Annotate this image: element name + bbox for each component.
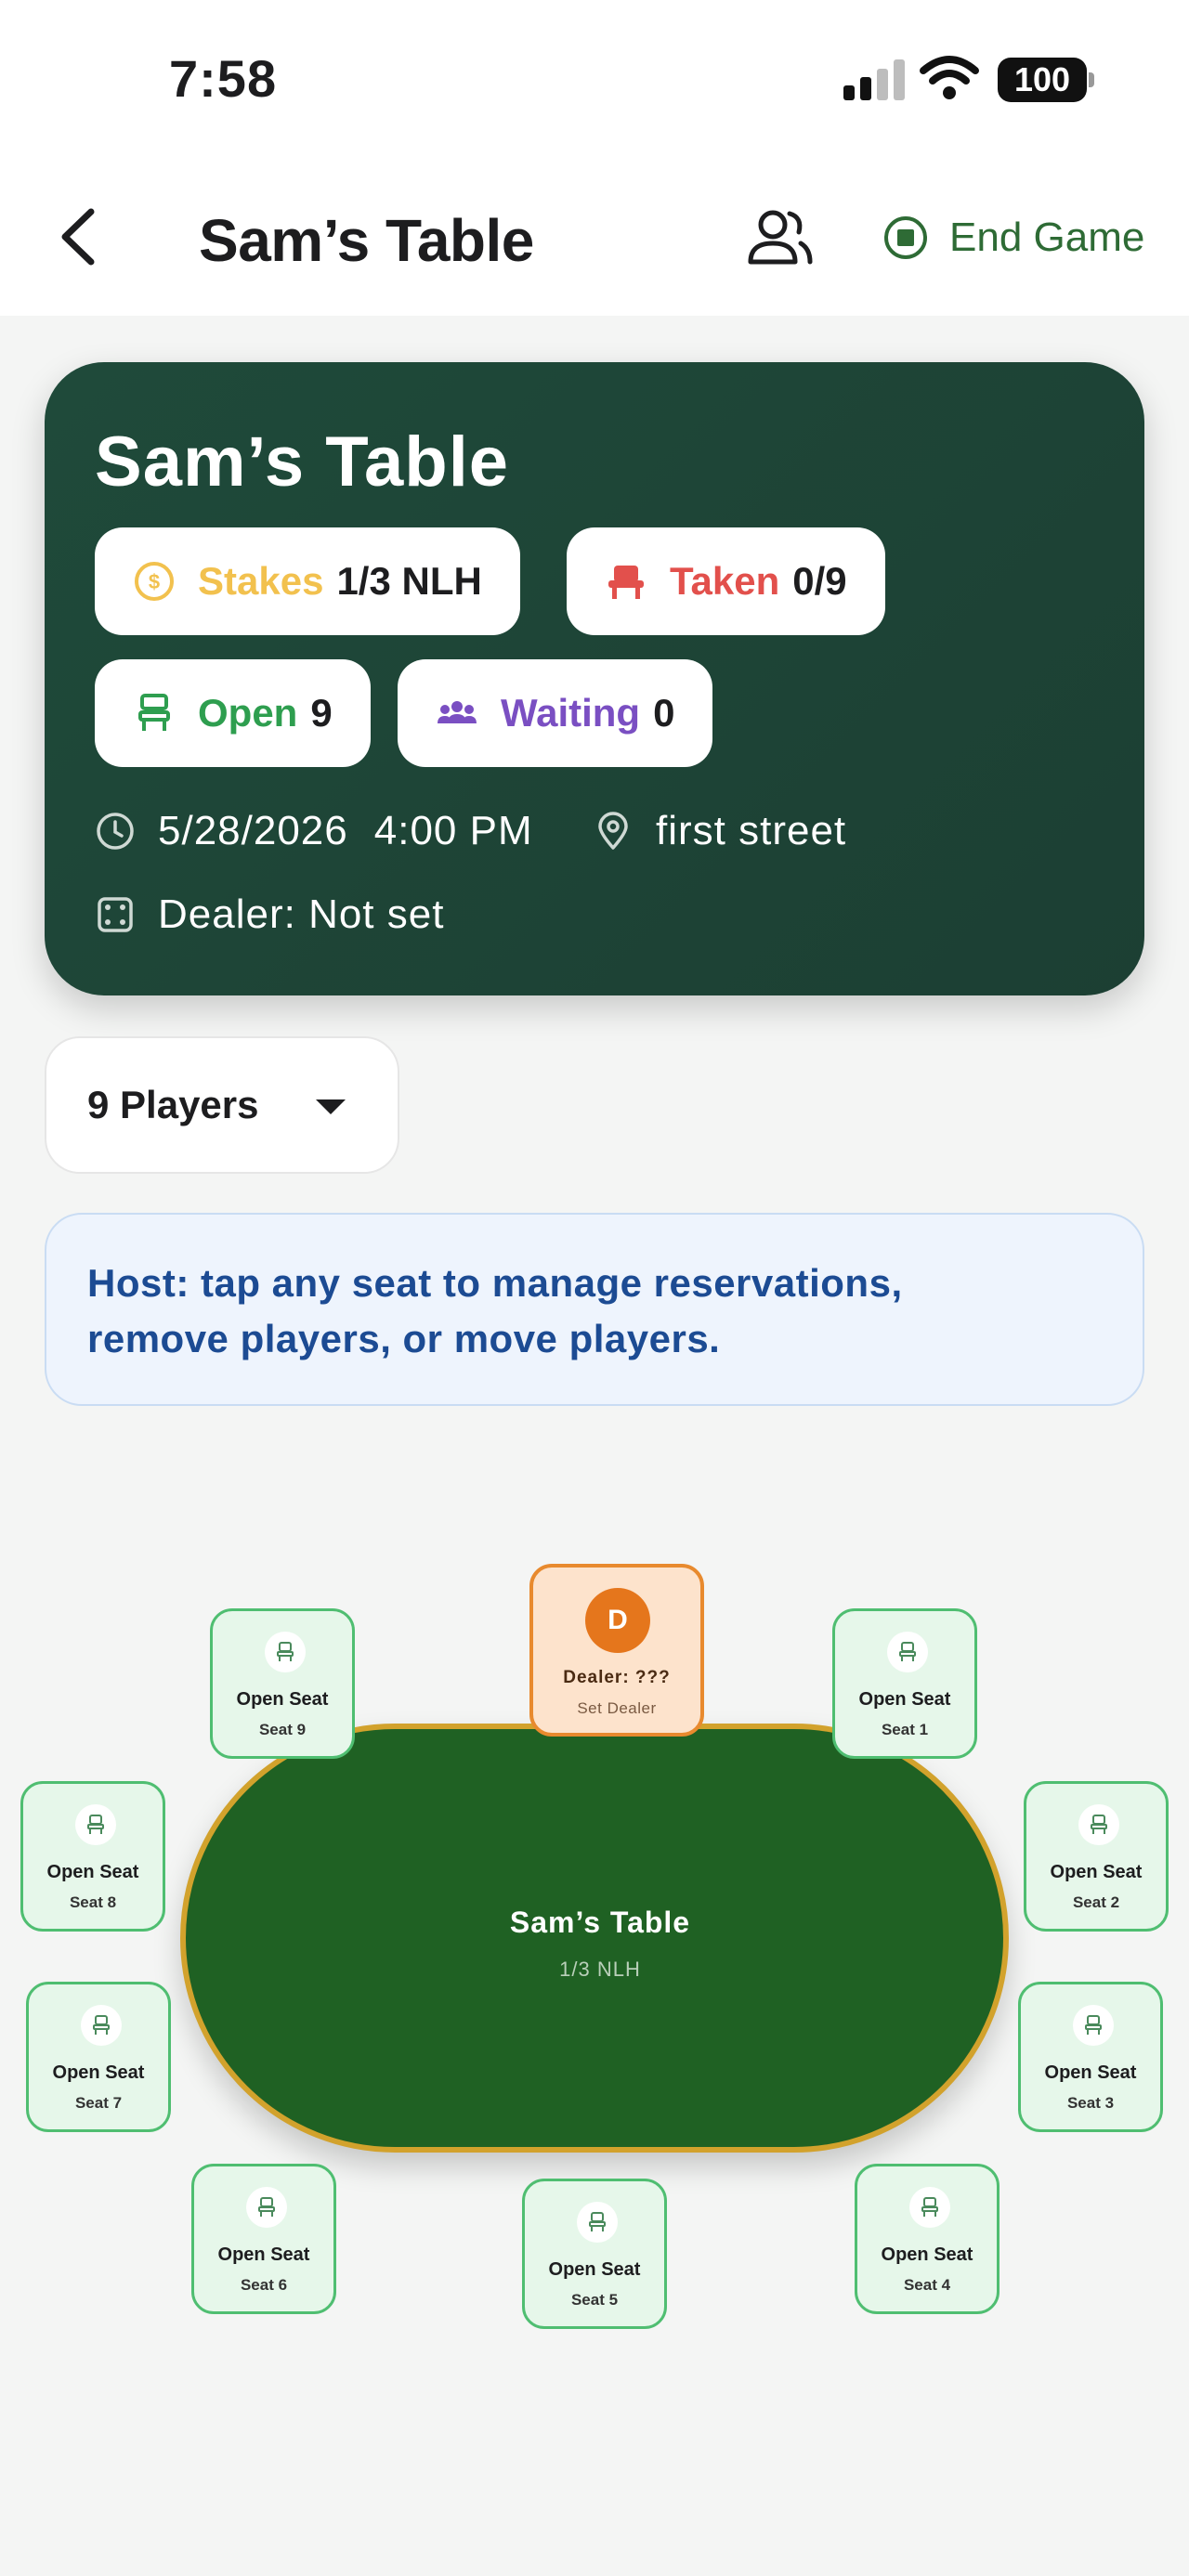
seat-number: Seat 2	[1072, 1893, 1120, 1911]
dealer-label: Dealer: ???	[563, 1668, 671, 1687]
dealer-badge: D	[585, 1588, 650, 1653]
seat-1[interactable]: Open Seat Seat 1	[832, 1608, 977, 1759]
seat-4[interactable]: Open Seat Seat 4	[855, 2164, 1000, 2314]
chair-icon	[577, 2202, 618, 2243]
seat-3[interactable]: Open Seat Seat 3	[1018, 1982, 1163, 2132]
player-count-value: 9 Players	[87, 1083, 259, 1126]
open-key: Open	[198, 691, 298, 735]
people-icon[interactable]	[747, 208, 814, 267]
seat-6[interactable]: Open Seat Seat 6	[191, 2164, 336, 2314]
stakes-value: 1/3 NLH	[336, 559, 482, 603]
battery-tip	[1089, 72, 1094, 87]
seat-2[interactable]: Open Seat Seat 2	[1024, 1781, 1169, 1932]
date-time-row: 5/28/2026 4:00 PM	[95, 808, 533, 854]
waiting-value: 0	[653, 691, 675, 735]
dealer-status: Dealer: Not set	[158, 891, 445, 937]
seat-status: Open Seat	[881, 2244, 973, 2265]
chair-icon	[1073, 2005, 1114, 2046]
open-chip: Open 9	[95, 659, 371, 767]
seat-number: Seat 8	[69, 1893, 117, 1911]
info-line-1: Host: tap any seat to manage reservation…	[87, 1261, 903, 1305]
stop-circle-icon	[884, 216, 927, 259]
end-game-label: End Game	[949, 215, 1145, 260]
chair-icon	[909, 2187, 950, 2228]
seat-number: Seat 9	[258, 1721, 307, 1738]
seat-7[interactable]: Open Seat Seat 7	[26, 1982, 171, 2132]
chevron-left-icon[interactable]	[52, 206, 108, 267]
dealer-slot[interactable]: D Dealer: ??? Set Dealer	[529, 1564, 704, 1737]
dealer-row: Dealer: Not set	[95, 891, 444, 938]
player-count-dropdown[interactable]: 9 Players	[45, 1036, 399, 1174]
cellular-signal-icon	[843, 59, 905, 100]
seat-number: Seat 1	[881, 1721, 929, 1738]
seat-number: Seat 7	[74, 2094, 123, 2112]
seat-status: Open Seat	[858, 1689, 951, 1710]
location-row: first street	[593, 808, 846, 854]
seat-number: Seat 4	[903, 2276, 951, 2294]
game-location: first street	[656, 808, 847, 853]
seat-status: Open Seat	[548, 2259, 641, 2280]
battery-indicator: 100	[998, 58, 1087, 102]
seat-status: Open Seat	[1044, 2062, 1137, 2083]
seat-status: Open Seat	[217, 2244, 310, 2265]
host-info-banner: Host: tap any seat to manage reservation…	[45, 1213, 1144, 1406]
status-time: 7:58	[169, 49, 278, 108]
svg-text:$: $	[149, 570, 160, 593]
chair-icon	[81, 2005, 122, 2046]
stakes-key: Stakes	[198, 559, 324, 603]
set-dealer-label: Set Dealer	[577, 1699, 657, 1717]
stakes-chip: $ Stakes 1/3 NLH	[95, 527, 520, 635]
seat-status: Open Seat	[46, 1862, 139, 1882]
taken-value: 0/9	[792, 559, 847, 603]
seat-5[interactable]: Open Seat Seat 5	[522, 2179, 667, 2329]
seat-status: Open Seat	[236, 1689, 329, 1710]
table-name: Sam’s Table	[509, 1906, 691, 1939]
game-summary-card: Sam’s Table $ Stakes 1/3 NLH Taken 0/9 O…	[45, 362, 1144, 995]
seat-status: Open Seat	[52, 2062, 145, 2083]
nav-bar: Sam’s Table End Game	[0, 158, 1189, 316]
end-game-button[interactable]: End Game	[882, 210, 1144, 266]
chair-icon	[75, 1804, 116, 1845]
group-icon	[438, 701, 477, 723]
wifi-icon	[920, 56, 979, 99]
taken-key: Taken	[670, 559, 780, 603]
seat-status: Open Seat	[1050, 1862, 1143, 1882]
chair-icon	[246, 2187, 287, 2228]
chair-icon	[265, 1632, 306, 1672]
card-title: Sam’s Table	[95, 423, 510, 501]
open-value: 9	[310, 691, 333, 735]
waiting-chip: Waiting 0	[398, 659, 713, 767]
taken-chip: Taken 0/9	[567, 527, 885, 635]
game-date: 5/28/2026	[158, 808, 348, 853]
open-seat-icon	[138, 694, 170, 731]
status-bar: 7:58 100	[0, 0, 1189, 158]
seat-number: Seat 6	[240, 2276, 288, 2294]
caret-down-icon	[316, 1099, 346, 1114]
seat-9[interactable]: Open Seat Seat 9	[210, 1608, 355, 1759]
clock-icon	[97, 813, 134, 850]
waiting-key: Waiting	[501, 691, 641, 735]
location-pin-icon	[598, 812, 628, 850]
dollar-coin-icon: $	[135, 562, 174, 601]
game-time: 4:00 PM	[373, 808, 533, 853]
seat-taken-icon	[608, 566, 644, 599]
chair-icon	[1078, 1804, 1119, 1845]
seat-number: Seat 5	[570, 2291, 619, 2309]
poker-table: Sam’s Table 1/3 NLH	[180, 1724, 1009, 2153]
table-stakes: 1/3 NLH	[559, 1958, 641, 1981]
chair-icon	[887, 1632, 928, 1672]
seat-8[interactable]: Open Seat Seat 8	[20, 1781, 165, 1932]
page-title: Sam’s Table	[199, 207, 534, 274]
dice-icon	[98, 897, 133, 932]
info-line-2: remove players, or move players.	[87, 1317, 721, 1360]
seat-number: Seat 3	[1066, 2094, 1115, 2112]
